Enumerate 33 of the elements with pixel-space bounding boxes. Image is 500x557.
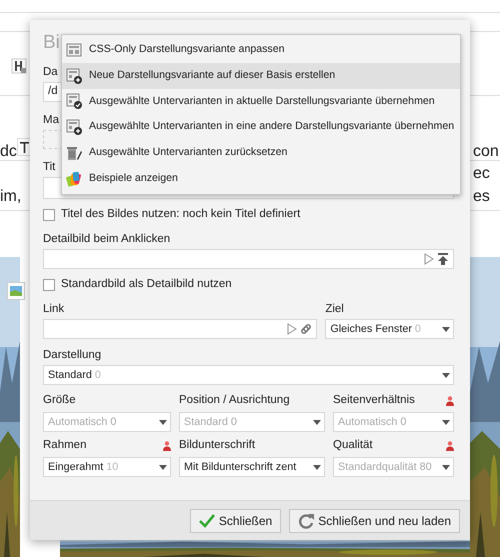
menu-item[interactable]: Ausgewählte Untervarianten in eine andere Darstellungsvariante übernehmen — [62, 114, 460, 140]
menu-item[interactable]: Neue Darstellungsvariante auf dieser Basis erstellen — [62, 62, 460, 89]
field-label: Position / Ausrichtung — [179, 393, 290, 408]
menu-item[interactable]: Ausgewählte Untervarianten zurücksetzen — [62, 140, 460, 166]
text-fragment: ec — [473, 165, 490, 183]
close-reload-button[interactable]: Schließen und neu laden — [289, 508, 460, 532]
select-field[interactable]: Mit Bildunterschrift zent — [179, 457, 325, 477]
field-label: Bildunterschrift — [179, 438, 256, 454]
text-fragment: es — [473, 188, 490, 206]
menu-item[interactable]: Ausgewählte Untervarianten in aktuelle Darstellungsvariante übernehmen — [62, 88, 460, 114]
field-label: Link — [43, 303, 64, 316]
field-label: Tit — [43, 161, 56, 174]
field-label: Ma — [43, 114, 59, 127]
menu-item[interactable]: CSS-Only Darstellungsvariante anpassen — [62, 37, 460, 63]
close-button[interactable]: Schließen — [190, 508, 282, 532]
select-field[interactable]: Eingerahmt 10 — [43, 457, 171, 477]
dialog-title: Bi — [43, 32, 60, 53]
field-label: Detailbild beim Anklicken — [43, 233, 170, 246]
checkbox-label: Titel des Bildes nutzen: noch kein Titel definiert — [61, 207, 300, 222]
field-label: Größe — [43, 393, 76, 408]
field-label: Ziel — [325, 303, 344, 316]
field-label: Seitenverhältnis — [333, 393, 415, 408]
field-label: Darstellung — [43, 349, 102, 362]
select-field[interactable]: Gleiches Fenster 0 — [325, 319, 454, 339]
text-fragment: im, — [0, 188, 22, 206]
text-fragment: dc — [0, 143, 17, 161]
field-label: Qualität — [333, 438, 373, 454]
checkbox-label: Standardbild als Detailbild nutzen — [61, 277, 232, 292]
field-label: Rahmen — [43, 438, 86, 454]
select-field[interactable]: Standard 0 — [43, 365, 454, 385]
menu-item[interactable]: Beispiele anzeigen — [62, 166, 460, 192]
text-fragment: con — [473, 143, 499, 161]
field-label: Da — [43, 66, 58, 79]
